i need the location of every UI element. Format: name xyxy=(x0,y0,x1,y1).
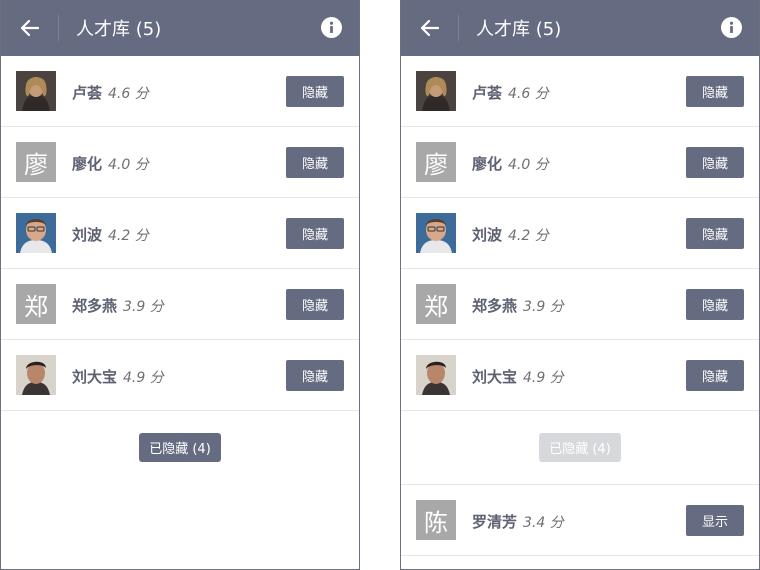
talent-pool-screen-collapsed: 人才库 (5) 卢荟 4.6 分 隐藏 廖 廖化 4.0 分 隐藏 刘波 4.2… xyxy=(0,0,360,570)
candidate-score: 3.9 分 xyxy=(123,299,164,315)
candidate-row: 廖 廖化 4.0 分 隐藏 xyxy=(401,127,759,198)
avatar-initial: 郑 xyxy=(416,284,456,324)
candidate-name: 卢荟 4.6 分 xyxy=(72,84,149,102)
candidate-score: 4.0 分 xyxy=(508,157,549,173)
candidate-name: 郑多燕 3.9 分 xyxy=(72,297,164,315)
candidate-name: 刘波 4.2 分 xyxy=(472,226,549,244)
hide-button[interactable]: 隐藏 xyxy=(286,146,344,178)
candidate-row: 卢荟 4.6 分 隐藏 xyxy=(1,56,359,127)
avatar-photo xyxy=(416,71,456,111)
candidate-name: 郑多燕 3.9 分 xyxy=(472,297,564,315)
hide-button[interactable]: 隐藏 xyxy=(686,288,744,320)
hide-button[interactable]: 隐藏 xyxy=(286,359,344,391)
avatar-initial: 郑 xyxy=(16,284,56,324)
candidate-score: 4.0 分 xyxy=(108,157,149,173)
show-hidden-button[interactable]: 已隐藏 (4) xyxy=(139,433,221,462)
avatar-photo xyxy=(16,71,56,111)
avatar-photo xyxy=(16,213,56,253)
header-divider xyxy=(458,15,459,41)
candidate-name: 廖化 4.0 分 xyxy=(72,155,149,173)
header-divider xyxy=(58,15,59,41)
avatar-initial: 陈 xyxy=(416,500,456,540)
talent-pool-screen-expanded: 人才库 (5) 卢荟 4.6 分 隐藏 廖 廖化 4.0 分 隐藏 刘波 4.2… xyxy=(400,0,760,570)
candidate-score: 4.2 分 xyxy=(108,228,149,244)
candidate-score: 4.9 分 xyxy=(523,370,564,386)
candidate-score: 3.4 分 xyxy=(523,515,564,531)
hide-button[interactable]: 隐藏 xyxy=(686,359,744,391)
candidate-row: 刘波 4.2 分 隐藏 xyxy=(1,198,359,269)
back-button[interactable] xyxy=(401,0,458,56)
hide-button[interactable]: 隐藏 xyxy=(686,217,744,249)
candidate-score: 4.2 分 xyxy=(508,228,549,244)
avatar-photo xyxy=(416,355,456,395)
info-button[interactable] xyxy=(321,17,342,38)
candidate-name: 刘大宝 4.9 分 xyxy=(72,368,164,386)
page-title: 人才库 (5) xyxy=(476,19,562,40)
candidate-name: 罗清芳 3.4 分 xyxy=(472,513,564,531)
candidate-name: 卢荟 4.6 分 xyxy=(472,84,549,102)
avatar-photo xyxy=(416,213,456,253)
app-header: 人才库 (5) xyxy=(1,0,359,56)
show-hidden-button-disabled: 已隐藏 (4) xyxy=(539,433,621,462)
candidate-score: 4.6 分 xyxy=(108,86,149,102)
app-header: 人才库 (5) xyxy=(401,0,759,56)
candidate-row: 刘大宝 4.9 分 隐藏 xyxy=(1,340,359,411)
candidate-score: 4.9 分 xyxy=(123,370,164,386)
info-button[interactable] xyxy=(721,17,742,38)
hidden-toggle-area: 已隐藏 (4) xyxy=(401,411,759,485)
info-icon xyxy=(729,21,734,33)
hidden-candidate-row: 陈 罗清芳 3.4 分 显示 xyxy=(401,485,759,556)
show-button[interactable]: 显示 xyxy=(686,504,744,536)
candidate-row: 郑 郑多燕 3.9 分 隐藏 xyxy=(401,269,759,340)
candidate-row: 卢荟 4.6 分 隐藏 xyxy=(401,56,759,127)
candidate-score: 4.6 分 xyxy=(508,86,549,102)
page-title: 人才库 (5) xyxy=(76,19,162,40)
hide-button[interactable]: 隐藏 xyxy=(686,146,744,178)
candidate-row: 郑 郑多燕 3.9 分 隐藏 xyxy=(1,269,359,340)
candidate-score: 3.9 分 xyxy=(523,299,564,315)
candidate-row: 刘大宝 4.9 分 隐藏 xyxy=(401,340,759,411)
back-button[interactable] xyxy=(1,0,58,56)
info-icon xyxy=(329,21,334,33)
avatar-initial: 廖 xyxy=(416,142,456,182)
avatar-photo xyxy=(16,355,56,395)
hide-button[interactable]: 隐藏 xyxy=(286,75,344,107)
candidate-row: 廖 廖化 4.0 分 隐藏 xyxy=(1,127,359,198)
arrow-left-icon xyxy=(420,20,439,36)
hidden-toggle-area: 已隐藏 (4) xyxy=(1,411,359,485)
arrow-left-icon xyxy=(20,20,39,36)
candidate-name: 刘波 4.2 分 xyxy=(72,226,149,244)
hide-button[interactable]: 隐藏 xyxy=(286,288,344,320)
candidate-name: 刘大宝 4.9 分 xyxy=(472,368,564,386)
hide-button[interactable]: 隐藏 xyxy=(286,217,344,249)
hide-button[interactable]: 隐藏 xyxy=(686,75,744,107)
candidate-row: 刘波 4.2 分 隐藏 xyxy=(401,198,759,269)
candidate-name: 廖化 4.0 分 xyxy=(472,155,549,173)
avatar-initial: 廖 xyxy=(16,142,56,182)
